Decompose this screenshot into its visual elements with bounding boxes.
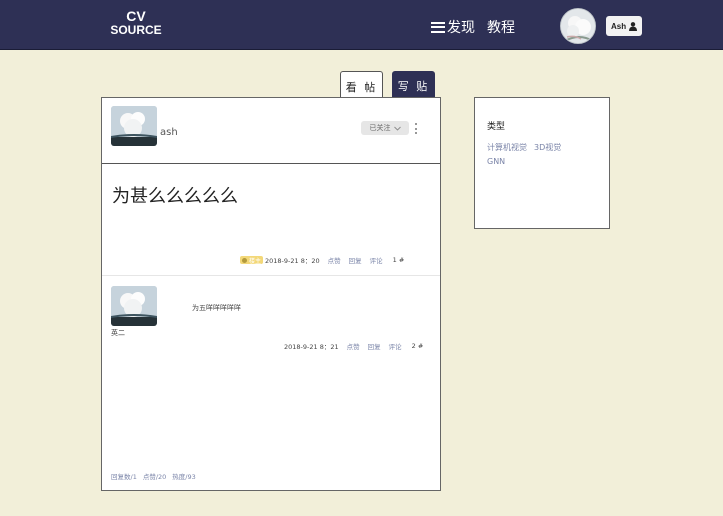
follow-button[interactable]: 已关注 [361,121,409,135]
nav-discover-label: 发现 [447,20,475,36]
user-avatar[interactable] [560,8,596,44]
user-icon [629,21,638,31]
username: Ash [611,21,627,31]
post-stats: 回复数/1 点赞/20 热度/93 [111,471,196,481]
user-menu-button[interactable]: Ash [606,16,643,36]
reply-comment-link[interactable]: 评论 [389,341,402,351]
tag-gnn[interactable]: GNN [487,157,505,166]
follow-label: 已关注 [369,124,391,132]
top-navbar: CV SOURCE 发现 教程 Ash [0,0,723,50]
reply-author-avatar[interactable] [111,286,157,326]
post-meta: 楼主 2018-9-21 8：20 点赞 回复 评论 1 # [240,255,404,265]
category-panel: 类型 计算机视觉 3D视觉 GNN [474,97,610,229]
reply-meta: 2018-9-21 8：21 点赞 回复 评论 2 # [284,341,423,351]
badge-icon [242,257,247,263]
category-tags: 计算机视觉 3D视觉 GNN [487,141,597,169]
reply-author-name[interactable]: 英二 [111,328,125,338]
category-title: 类型 [487,122,506,132]
op-badge-label: 楼主 [249,257,262,265]
post-like-link[interactable]: 点赞 [328,255,341,265]
nav-tutorial-label: 教程 [487,20,515,36]
tag-computer-vision[interactable]: 计算机视觉 [487,143,527,152]
chevron-down-icon [393,126,401,131]
brand-line-1: CV [126,8,146,24]
nav-discover[interactable]: 发现 [431,17,475,37]
main-nav: 发现 教程 [431,17,515,37]
menu-icon [431,21,445,33]
brand-line-2: SOURCE [110,23,162,37]
post-datetime: 2018-9-21 8：20 [265,257,320,265]
reply-reply-link[interactable]: 回复 [368,341,381,351]
author-avatar[interactable] [111,106,157,146]
post-comment-link[interactable]: 评论 [370,255,383,265]
op-badge: 楼主 [240,256,264,265]
stat-likes: 点赞/20 [142,473,167,481]
tag-3d-vision[interactable]: 3D视觉 [534,143,561,152]
reply-like-link[interactable]: 点赞 [347,341,360,351]
divider [102,275,440,276]
reply-datetime: 2018-9-21 8：21 [284,343,339,351]
post-author-name[interactable]: ash [160,127,178,138]
post-panel: ash 已关注 为甚么么么么么 楼主 2018-9-21 8：20 点赞 回复 … [101,97,441,491]
more-vertical-icon[interactable] [414,123,418,134]
post-header: ash 已关注 [102,98,440,164]
nav-tutorial[interactable]: 教程 [487,17,515,37]
reply-floor: 2 # [411,342,424,350]
brand-logo[interactable]: CV SOURCE [104,9,168,37]
stat-heat: 热度/93 [172,473,196,481]
stat-replies: 回复数/1 [111,473,137,481]
reply-content: 为五咩咩咩咩咩 [192,304,241,312]
post-title: 为甚么么么么么 [112,186,238,207]
post-floor: 1 # [392,256,405,264]
post-reply-link[interactable]: 回复 [349,255,362,265]
